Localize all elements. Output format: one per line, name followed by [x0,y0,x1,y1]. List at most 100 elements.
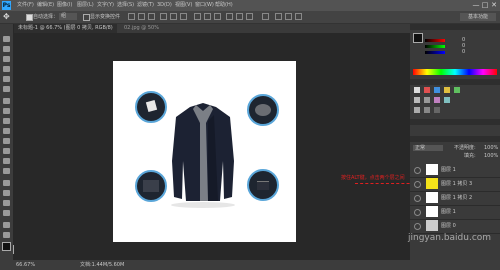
styles-panel-tabs[interactable] [410,119,500,125]
menu-edit[interactable]: 编辑(E) [37,2,54,8]
green-slider[interactable] [425,45,445,48]
close-button[interactable]: ✕ [490,1,498,9]
hue-saturation-icon[interactable] [414,97,420,103]
lasso-tool-icon[interactable] [3,56,10,62]
fill-value[interactable]: 100% [484,153,498,159]
vibrance-adjust-icon[interactable] [454,87,460,93]
layer-name[interactable]: 图层 1 [441,209,456,215]
menu-select[interactable]: 选择(S) [117,2,134,8]
layer-row[interactable]: 图层 1 拷贝 3 [410,177,500,192]
layer-name[interactable]: 图层 1 拷贝 2 [441,195,472,201]
distribute-middle-icon[interactable] [204,13,211,20]
menu-filter[interactable]: 滤镜(T) [137,2,154,8]
posterize-icon[interactable] [424,107,430,113]
healing-brush-tool-icon[interactable] [3,98,10,104]
align-right-icon[interactable] [180,13,187,20]
auto-select-checkbox[interactable] [26,14,33,21]
maximize-button[interactable]: □ [481,1,489,9]
layer-row[interactable]: 图层 1 [410,163,500,178]
eraser-tool-icon[interactable] [3,138,10,144]
move-tool-icon[interactable]: ✥ [3,13,11,21]
distribute-center-icon[interactable] [236,13,243,20]
menu-layer[interactable]: 图层(L) [77,2,94,8]
foreground-color-swatch[interactable] [2,242,11,251]
photo-filter-icon[interactable] [444,97,450,103]
align-center-icon[interactable] [170,13,177,20]
menu-window[interactable]: 窗口(W) [195,2,214,8]
dodge-tool-icon[interactable] [3,168,10,174]
blend-mode-dropdown[interactable]: 正常 [413,145,443,151]
gradient-tool-icon[interactable] [3,148,10,154]
3d-mode-icon[interactable] [275,13,282,20]
menu-type[interactable]: 文字(Y) [97,2,114,8]
type-tool-icon[interactable] [3,190,10,196]
black-white-icon[interactable] [434,97,440,103]
align-left-icon[interactable] [160,13,167,20]
shape-tool-icon[interactable] [3,210,10,216]
layer-row[interactable]: 图层 1 [410,205,500,220]
layer-row[interactable]: 图层 0 [410,219,500,234]
document-canvas[interactable] [113,61,296,242]
align-bottom-icon[interactable] [148,13,155,20]
adjustments-panel-tabs[interactable] [410,79,500,85]
distribute-right-icon[interactable] [246,13,253,20]
layer-name[interactable]: 图层 1 [441,167,456,173]
marquee-tool-icon[interactable] [3,46,10,52]
align-top-icon[interactable] [128,13,135,20]
workspace-switcher[interactable]: 基本功能 [460,13,496,21]
transform-checkbox[interactable] [83,14,90,21]
visibility-eye-icon[interactable] [414,195,421,202]
visibility-eye-icon[interactable] [414,223,421,230]
3d-rotate-icon[interactable] [285,13,292,20]
curves-adjust-icon[interactable] [434,87,440,93]
blue-slider[interactable] [425,51,445,54]
red-slider[interactable] [425,39,445,42]
auto-align-icon[interactable] [262,13,269,20]
layer-row[interactable]: 图层 1 拷贝 2 [410,191,500,206]
visibility-eye-icon[interactable] [414,209,421,216]
menu-help[interactable]: 帮助(H) [215,2,233,8]
layers-panel-tabs[interactable] [410,136,500,142]
layer-name[interactable]: 图层 0 [441,223,456,229]
exposure-adjust-icon[interactable] [444,87,450,93]
blur-tool-icon[interactable] [3,158,10,164]
history-brush-tool-icon[interactable] [3,128,10,134]
visibility-eye-icon[interactable] [414,167,421,174]
3d-pan-icon[interactable] [295,13,302,20]
distribute-bottom-icon[interactable] [214,13,221,20]
distribute-top-icon[interactable] [194,13,201,20]
visibility-eye-icon[interactable] [414,181,421,188]
crop-tool-icon[interactable] [3,76,10,82]
opacity-value[interactable]: 100% [484,145,498,151]
menu-3d[interactable]: 3D(D) [157,2,172,8]
zoom-level[interactable]: 66.67% [16,262,35,268]
menu-image[interactable]: 图像(I) [57,2,72,8]
align-middle-icon[interactable] [138,13,145,20]
document-tab-2[interactable]: 02.jpg @ 50% [124,25,159,32]
move-tool-icon[interactable] [3,36,10,42]
eyedropper-tool-icon[interactable] [3,86,10,92]
auto-select-dropdown[interactable]: 组 [59,13,77,20]
document-tab-active[interactable]: 未标题-1 @ 66.7% (图层 0 拷贝, RGB/8) [14,24,117,33]
pen-tool-icon[interactable] [3,180,10,186]
color-panel-foreground[interactable] [413,33,423,43]
color-balance-icon[interactable] [424,97,430,103]
color-spectrum-bar[interactable] [413,69,497,75]
levels-adjust-icon[interactable] [424,87,430,93]
brush-tool-icon[interactable] [3,108,10,114]
threshold-icon[interactable] [434,107,440,113]
menu-file[interactable]: 文件(F) [17,2,34,8]
layer-name[interactable]: 图层 1 拷贝 3 [441,181,472,187]
invert-icon[interactable] [414,107,420,113]
zoom-tool-icon[interactable] [3,232,10,238]
clone-stamp-tool-icon[interactable] [3,118,10,124]
menu-view[interactable]: 视图(V) [175,2,192,8]
color-panel-tabs[interactable] [410,24,500,30]
hand-tool-icon[interactable] [3,222,10,228]
quick-select-tool-icon[interactable] [3,66,10,72]
distribute-left-icon[interactable] [226,13,233,20]
blue-value[interactable]: 0 [462,49,465,55]
path-select-tool-icon[interactable] [3,200,10,206]
brightness-adjust-icon[interactable] [414,87,420,93]
minimize-button[interactable]: — [472,1,480,9]
